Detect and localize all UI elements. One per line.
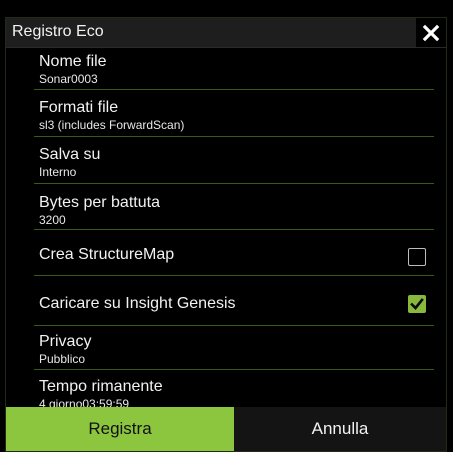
row-label: Bytes per battuta <box>39 194 160 211</box>
row-value: Pubblico <box>39 352 86 366</box>
row-upload-insight-genesis[interactable]: Caricare su Insight Genesis <box>6 276 446 326</box>
row-label: Caricare su Insight Genesis <box>39 295 236 312</box>
dialog-title: Registro Eco <box>12 23 104 40</box>
row-label: Tempo rimanente <box>39 378 163 395</box>
row-bytes-per-ping[interactable]: Bytes per battuta 3200 <box>6 184 446 230</box>
cancel-button[interactable]: Annulla <box>234 407 446 451</box>
insight-genesis-checkbox[interactable] <box>408 295 426 313</box>
close-button[interactable] <box>416 18 446 47</box>
row-value: 3200 <box>39 213 66 227</box>
row-create-structuremap[interactable]: Crea StructureMap <box>6 230 446 276</box>
checkmark-icon <box>410 298 424 310</box>
row-label: Formati file <box>39 99 119 116</box>
close-icon <box>422 24 440 41</box>
record-sonar-dialog: Registro Eco Nome file Sonar0003 Formati… <box>5 17 447 452</box>
row-privacy[interactable]: Privacy Pubblico <box>6 326 446 370</box>
structuremap-checkbox[interactable] <box>408 248 426 266</box>
row-label: Salva su <box>39 146 101 163</box>
row-label: Privacy <box>39 333 92 350</box>
row-time-remaining[interactable]: Tempo rimanente 4 giorno03:59:59 <box>6 370 446 409</box>
row-label: Crea StructureMap <box>39 246 175 263</box>
row-value: sl3 (includes ForwardScan) <box>39 118 185 132</box>
record-button[interactable]: Registra <box>6 407 234 451</box>
row-value: Sonar0003 <box>39 72 98 86</box>
dialog-titlebar: Registro Eco <box>6 18 446 48</box>
row-save-to[interactable]: Salva su Interno <box>6 137 446 184</box>
row-file-name[interactable]: Nome file Sonar0003 <box>6 48 446 90</box>
row-label: Nome file <box>39 53 107 70</box>
row-value: Interno <box>39 165 77 179</box>
dialog-footer: Registra Annulla <box>6 407 446 451</box>
row-file-format[interactable]: Formati file sl3 (includes ForwardScan) <box>6 90 446 137</box>
